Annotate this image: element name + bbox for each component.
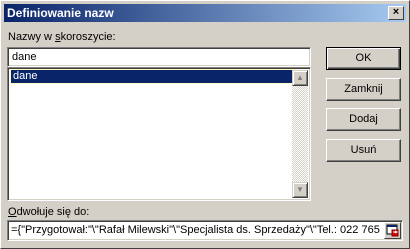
reference-value: ={"Przygotował:"\"Rafał Milewski"\"Specj… bbox=[11, 224, 380, 236]
reference-label: Odwołuje się do: bbox=[8, 206, 89, 218]
arrow-up-icon[interactable]: ▲ bbox=[292, 70, 308, 86]
close-icon[interactable]: × bbox=[388, 6, 404, 20]
vertical-scrollbar[interactable]: ▲ ▼ bbox=[292, 70, 308, 198]
ok-button[interactable]: OK bbox=[326, 47, 401, 70]
define-names-dialog: Definiowanie nazw × Nazwy w skoroszycie:… bbox=[0, 0, 410, 249]
close-button[interactable]: Zamknij bbox=[326, 78, 401, 101]
reference-label-suffix: dwołuje się do: bbox=[16, 206, 90, 218]
collapse-dialog-icon[interactable] bbox=[384, 222, 401, 239]
reference-label-accel: O bbox=[8, 206, 17, 218]
list-item[interactable]: dane bbox=[10, 69, 295, 84]
add-button[interactable]: Dodaj bbox=[326, 108, 401, 131]
name-input-value: dane bbox=[12, 51, 37, 63]
reference-input[interactable]: ={"Przygotował:"\"Rafał Milewski"\"Specj… bbox=[7, 220, 403, 241]
title-bar[interactable]: Definiowanie nazw × bbox=[4, 4, 406, 22]
arrow-down-icon[interactable]: ▼ bbox=[292, 182, 308, 198]
names-label: Nazwy w skoroszycie: bbox=[8, 31, 116, 43]
window-title: Definiowanie nazw bbox=[7, 6, 114, 20]
names-listbox[interactable]: dane ▲ ▼ bbox=[7, 67, 311, 201]
names-label-prefix: Nazwy w bbox=[8, 31, 56, 43]
names-label-suffix: koroszycie: bbox=[60, 31, 116, 43]
name-input[interactable]: dane bbox=[7, 47, 311, 67]
delete-button[interactable]: Usuń bbox=[326, 139, 401, 162]
